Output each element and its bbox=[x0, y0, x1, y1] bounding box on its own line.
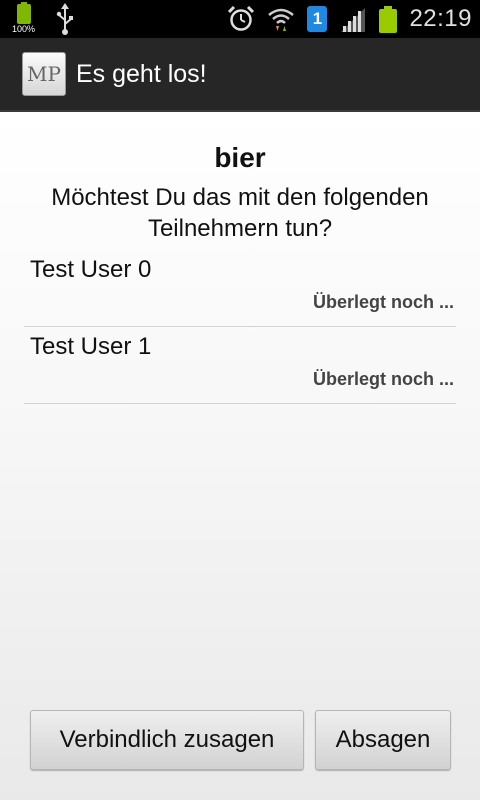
participant-row[interactable]: Test User 1 Überlegt noch ... bbox=[24, 327, 456, 404]
participants-question: Möchtest Du das mit den folgenden Teilne… bbox=[51, 184, 429, 242]
clock: 22:19 bbox=[409, 5, 472, 32]
battery-percent-label: 100% bbox=[12, 24, 36, 34]
participant-row[interactable]: Test User 0 Überlegt noch ... bbox=[24, 250, 456, 327]
wifi-icon bbox=[268, 8, 295, 31]
status-bar: 100% 1 22:19 bbox=[0, 0, 480, 38]
participant-status: Überlegt noch ... bbox=[312, 292, 454, 312]
screen-title: Es geht los! bbox=[76, 59, 207, 88]
participant-name: Test User 1 bbox=[30, 333, 152, 360]
sim-slot-number: 1 bbox=[312, 9, 323, 28]
signal-strength-icon bbox=[341, 8, 366, 32]
participant-status: Überlegt noch ... bbox=[312, 369, 454, 389]
action-bar: MP Es geht los! bbox=[0, 38, 480, 112]
battery-icon bbox=[379, 6, 398, 33]
usb-icon bbox=[56, 3, 73, 35]
app-logo-icon[interactable]: MP bbox=[22, 52, 66, 96]
content-area: bier Möchtest Du das mit den folgenden T… bbox=[0, 112, 480, 800]
sim-card-icon: 1 bbox=[307, 6, 328, 32]
commit-button[interactable]: Verbindlich zusagen bbox=[30, 710, 304, 770]
app-logo-text: MP bbox=[27, 62, 61, 86]
battery-full-notification-icon: 100% bbox=[12, 2, 38, 36]
event-name: bier bbox=[214, 142, 266, 173]
participant-name: Test User 0 bbox=[30, 256, 152, 283]
decline-button[interactable]: Absagen bbox=[315, 710, 451, 770]
alarm-clock-icon bbox=[228, 6, 255, 31]
